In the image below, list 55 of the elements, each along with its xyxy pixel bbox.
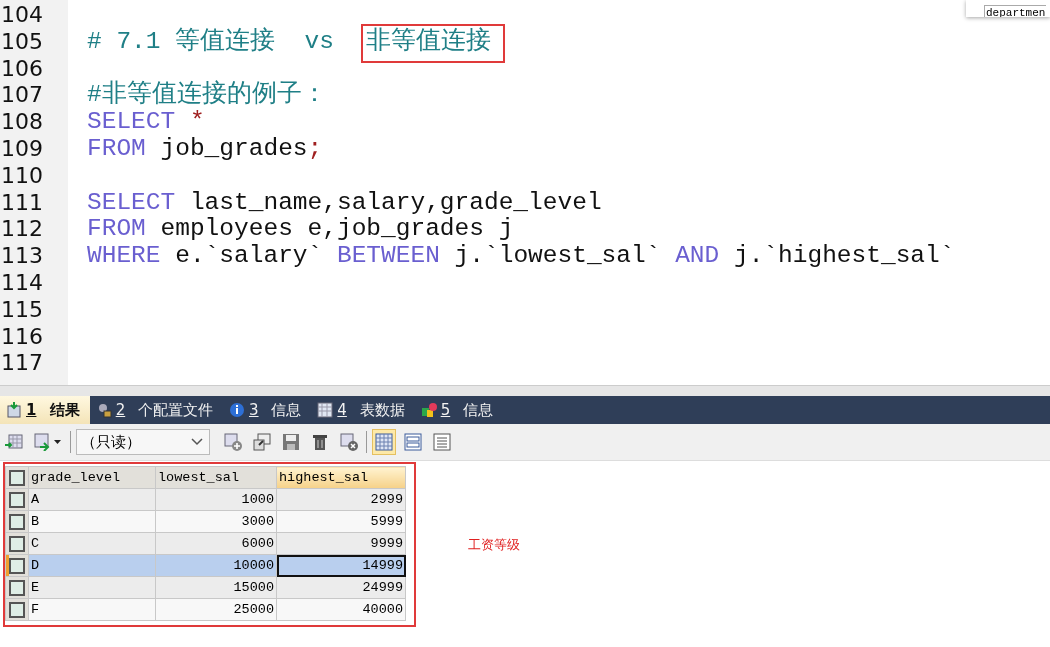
tab-icon bbox=[229, 402, 245, 418]
line-number: 110 bbox=[0, 162, 44, 190]
line-number: 115 bbox=[0, 296, 44, 324]
code-token: last_name,salary,grade_level bbox=[188, 188, 602, 216]
code-token: FROM bbox=[87, 135, 146, 162]
line-number: 116 bbox=[0, 323, 44, 351]
line-number: 105 bbox=[0, 28, 44, 56]
line-number: 114 bbox=[0, 269, 44, 297]
code-token: job_grades bbox=[159, 135, 308, 162]
code-token: SELECT bbox=[87, 108, 176, 136]
line-number: 109 bbox=[0, 136, 44, 163]
line-number: 111 bbox=[0, 189, 44, 217]
result-tab[interactable]: 3 信息 bbox=[223, 396, 312, 424]
line-number: 106 bbox=[0, 55, 44, 83]
result-tab[interactable]: 4 表数据 bbox=[311, 396, 415, 424]
column-header[interactable]: lowest_sal bbox=[155, 466, 277, 489]
column-header[interactable]: highest_sal bbox=[276, 466, 406, 489]
line-number: 113 bbox=[0, 243, 44, 270]
tab-icon bbox=[317, 402, 334, 418]
line-number: 117 bbox=[0, 350, 44, 378]
line-number: 107 bbox=[0, 82, 44, 110]
row-checkbox[interactable] bbox=[9, 535, 25, 552]
tab-icon bbox=[420, 402, 437, 418]
result-tab[interactable]: 5 信息 bbox=[414, 396, 503, 424]
row-checkbox[interactable] bbox=[9, 557, 25, 574]
code-token: employees e,job_grades j bbox=[159, 215, 514, 243]
code-token: # 7.1 等值连接 vs bbox=[87, 27, 336, 55]
code-token: ; bbox=[307, 135, 323, 162]
result-tab[interactable]: 2 个配置文件 bbox=[89, 396, 223, 424]
code-token: AND bbox=[675, 242, 720, 270]
code-token: j.`lowest_sal` bbox=[453, 242, 662, 270]
row-checkbox[interactable] bbox=[9, 513, 25, 530]
code-token: * bbox=[188, 108, 205, 136]
select-all-checkbox[interactable] bbox=[9, 469, 25, 486]
line-number: 104 bbox=[0, 2, 44, 29]
annotation-text: 工资等级 bbox=[468, 536, 520, 554]
mode-dropdown[interactable]: （只读） bbox=[76, 429, 210, 455]
line-number: 108 bbox=[0, 109, 44, 136]
row-checkbox[interactable] bbox=[9, 579, 25, 596]
column-header[interactable]: grade_level bbox=[28, 466, 156, 489]
code-token: BETWEEN bbox=[336, 242, 440, 270]
row-checkbox[interactable] bbox=[9, 601, 25, 618]
tab-icon bbox=[6, 402, 22, 418]
line-number: 112 bbox=[0, 216, 44, 244]
grid-view-button[interactable] bbox=[372, 429, 396, 455]
row-checkbox[interactable] bbox=[9, 491, 25, 508]
code-token: FROM bbox=[87, 215, 146, 243]
highlighted-comment: 非等值连接 bbox=[363, 25, 504, 61]
code-token: #非等值连接的例子： bbox=[87, 81, 327, 109]
caret-icon bbox=[191, 438, 203, 446]
code-token: SELECT bbox=[87, 188, 176, 216]
code-token: j.`highest_sal` bbox=[732, 242, 955, 270]
code-token: e.`salary` bbox=[174, 242, 324, 270]
code-token: WHERE bbox=[87, 242, 161, 270]
result-tab[interactable]: 1 结果 bbox=[0, 396, 90, 424]
